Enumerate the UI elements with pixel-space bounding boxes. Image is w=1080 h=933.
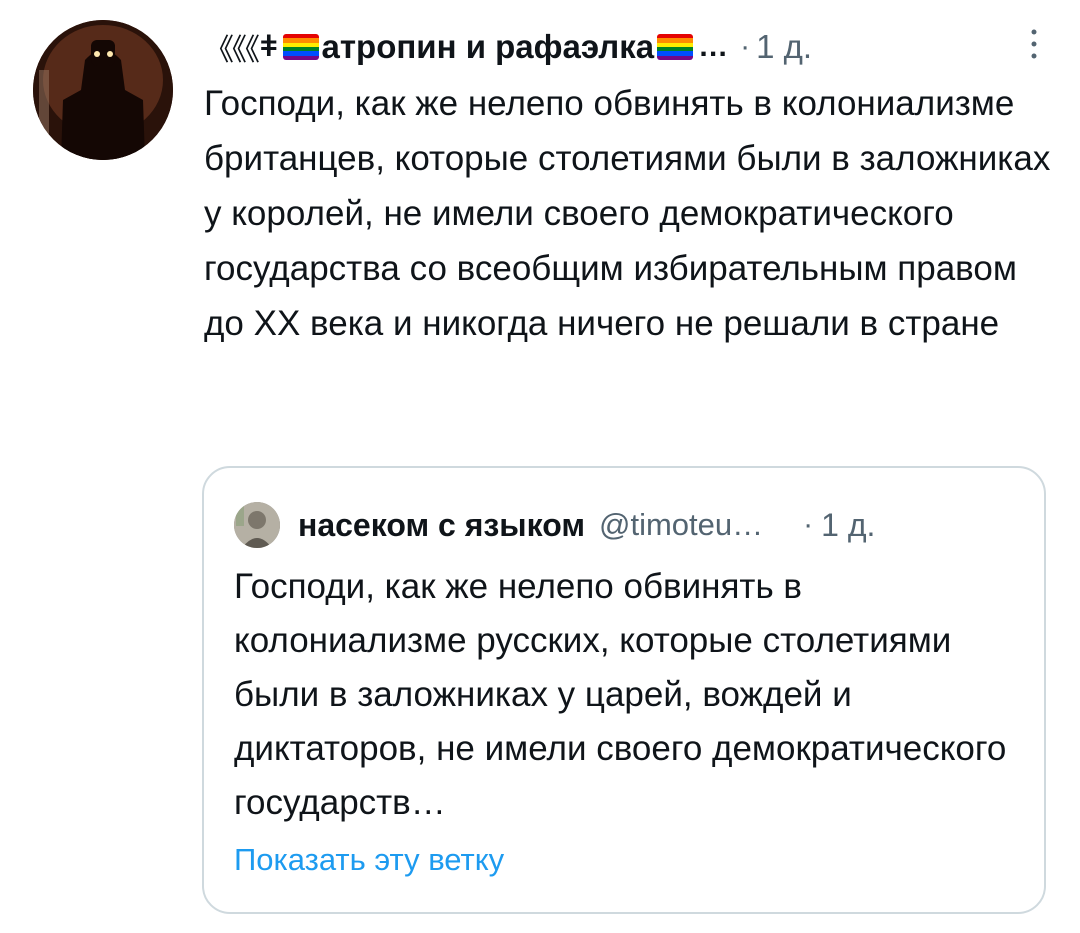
name-dagger: ǂ	[260, 30, 278, 63]
quoted-meta-separator: ·	[803, 508, 814, 541]
rainbow-flag-icon	[282, 34, 319, 60]
tweet-time[interactable]: 1 д.	[756, 28, 812, 66]
name-ellipsis: …	[698, 30, 729, 63]
quoted-tweet-time: 1 д.	[821, 506, 876, 543]
tweet-text: Господи, как же нелепо обвинять в колони…	[204, 84, 1051, 343]
tweet-header: 《《《 ǂ атропин и рафаэлка … · 1 д.	[204, 22, 1044, 72]
quoted-author-name: насеком с языком	[298, 506, 585, 543]
quoted-avatar-image-icon	[234, 502, 280, 548]
author-name[interactable]: атропин и рафаэлка	[322, 28, 655, 66]
quoted-author-avatar	[234, 502, 280, 548]
name-prefix-marks: 《《《	[204, 34, 260, 67]
rainbow-flag-icon	[657, 34, 694, 60]
meta-separator: ·	[740, 30, 751, 63]
quoted-tweet-header: насеком с языком @timoteu… · 1 д.	[234, 502, 1024, 548]
robot-silhouette-avatar-icon	[33, 20, 173, 160]
quoted-tweet-card[interactable]: насеком с языком @timoteu… · 1 д. Господ…	[202, 466, 1046, 914]
author-avatar[interactable]	[33, 20, 173, 160]
quoted-tweet-text: Господи, как же нелепо обвинять в колони…	[234, 567, 1007, 822]
quoted-author-handle: @timoteu…	[598, 507, 764, 542]
vertical-dots-icon[interactable]	[1024, 24, 1044, 64]
show-thread-link[interactable]: Показать эту ветку	[234, 842, 504, 878]
